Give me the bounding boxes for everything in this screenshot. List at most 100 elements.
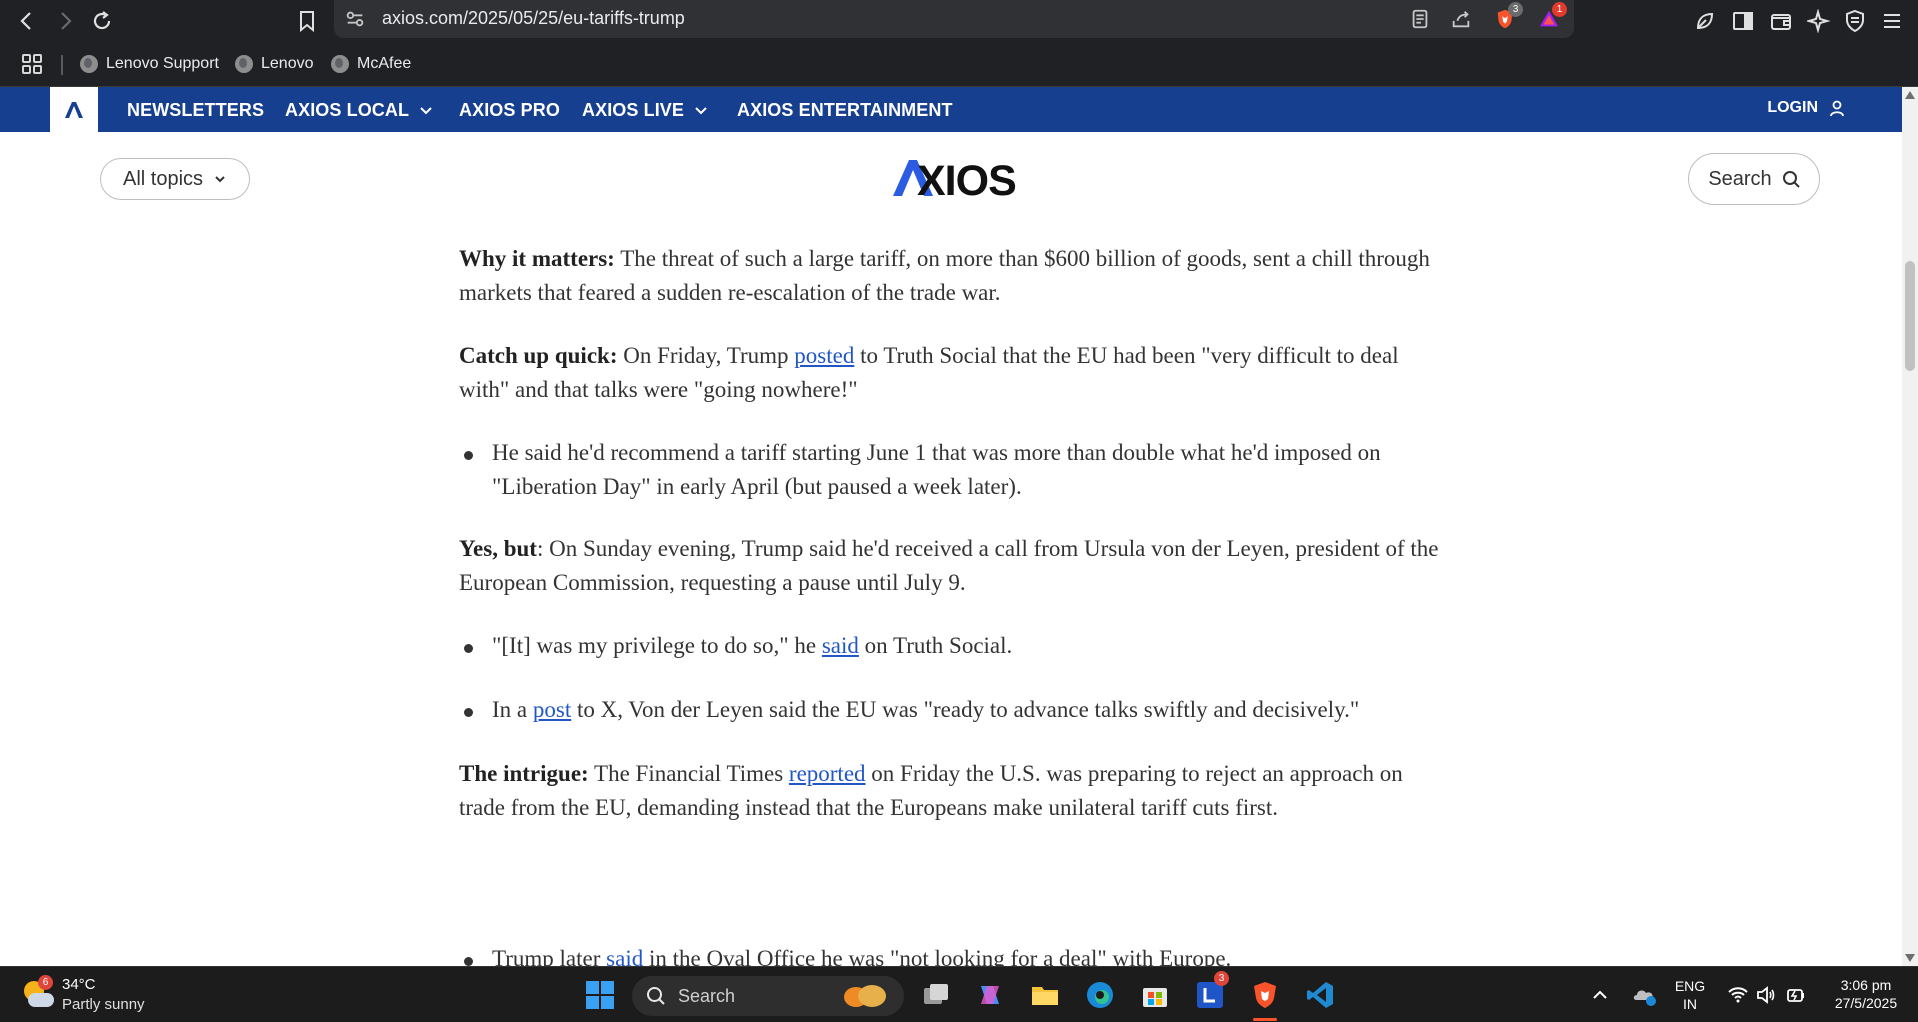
search-button[interactable]: Search [1688,153,1820,205]
reader-mode-icon[interactable] [1407,6,1433,32]
nav-label: AXIOS PRO [459,99,560,120]
language-indicator[interactable]: ENG IN [1668,977,1712,1013]
lang-code: ENG [1674,978,1706,994]
bookmarks-divider [61,55,63,75]
bookmark-mcafee[interactable]: McAfee [331,51,411,77]
login-button[interactable]: LOGIN [1767,99,1846,117]
axios-mark-icon[interactable] [50,87,98,132]
nav-axios-local[interactable]: AXIOS LOCAL [285,98,433,122]
sidebar-icon[interactable] [1726,4,1760,38]
all-topics-button[interactable]: All topics [100,158,250,200]
scroll-down-arrow-icon[interactable] [1905,954,1915,962]
list-item: Trump later said in the Oval Office he w… [459,942,1449,966]
link-said[interactable]: said [822,633,859,658]
bookmark-icon[interactable] [290,4,324,38]
search-icon [647,987,665,1005]
nav-newsletters[interactable]: NEWSLETTERS [127,98,264,122]
paragraph-text: On Friday, Trump [617,343,795,368]
weather-widget[interactable]: 6 34°C Partly sunny [22,975,145,1015]
brave-shields-icon[interactable]: 3 [1492,2,1523,32]
link-posted[interactable]: posted [794,343,854,368]
bullet-text: to X, Von der Leyen said the EU was "rea… [571,697,1360,722]
leo-ai-icon[interactable] [1688,4,1722,38]
bookmarks-bar: Lenovo Support Lenovo McAfee [0,43,1918,87]
site-settings-icon[interactable] [342,6,368,32]
axios-logo[interactable]: XIOS [893,158,1028,198]
clock-time: 3:06 pm [1840,977,1892,993]
login-label: LOGIN [1767,99,1818,116]
paragraph-the-intrigue: The intrigue: The Financial Times report… [459,757,1449,824]
weather-badge: 6 [38,975,53,990]
nav-label: AXIOS LIVE [582,99,685,120]
region-code: IN [1683,996,1697,1012]
chevron-down-icon [695,107,707,115]
active-app-indicator [1253,1018,1277,1021]
reload-icon[interactable] [85,4,119,38]
ai-sparkle-icon[interactable] [1802,4,1836,38]
windows-start-icon[interactable] [582,977,618,1013]
site-header: All topics XIOS Search [0,132,1902,224]
paragraph-text: : On Sunday evening, Trump said he'd rec… [459,536,1439,595]
user-icon [1830,100,1844,117]
bookmark-label: McAfee [357,55,412,72]
search-label: Search [1708,167,1772,190]
bookmark-label: Lenovo Support [106,55,219,72]
wallet-icon[interactable] [1764,4,1798,38]
list-item: In a post to X, Von der Leyen said the E… [459,693,1449,727]
task-view-icon[interactable] [918,977,954,1013]
nav-axios-live[interactable]: AXIOS LIVE [582,98,708,122]
file-explorer-icon[interactable] [1027,977,1063,1013]
svg-text:XIOS: XIOS [917,158,1016,198]
lead-label: Why it matters: [459,246,615,271]
brave-rewards-icon[interactable]: 1 [1536,2,1567,32]
battery-icon[interactable] [1778,977,1814,1013]
nav-axios-entertainment[interactable]: AXIOS ENTERTAINMENT [737,98,953,122]
bookmark-lenovo-support[interactable]: Lenovo Support [80,51,219,77]
vscode-icon[interactable] [1302,977,1338,1013]
back-icon[interactable] [10,4,44,38]
nav-label: NEWSLETTERS [127,99,265,120]
bullet-text: He said he'd recommend a tariff starting… [492,440,1381,499]
bookmark-label: Lenovo [261,55,314,72]
bullet-text: in the Oval Office he was "not looking f… [643,946,1232,966]
link-post[interactable]: post [533,697,571,722]
taskbar-search[interactable]: Search [632,976,904,1016]
shields-badge: 3 [1508,2,1523,17]
vpn-shield-icon[interactable] [1838,4,1872,38]
nav-axios-pro[interactable]: AXIOS PRO [459,98,560,122]
page-scrollbar[interactable] [1902,87,1918,966]
link-said-oval-office[interactable]: said [606,946,643,966]
globe-icon [331,55,349,73]
chevron-down-icon [420,107,432,115]
scroll-thumb[interactable] [1905,261,1915,371]
lenovo-vantage-icon[interactable]: 3 [1192,971,1229,1013]
clock[interactable]: 3:06 pm 27/5/2025 [1826,976,1906,1012]
paragraph-yes-but: Yes, but: On Sunday evening, Trump said … [459,532,1449,599]
axios-top-nav: NEWSLETTERS AXIOS LOCAL AXIOS PRO AXIOS … [0,87,1902,132]
microsoft-store-icon[interactable] [1137,977,1173,1013]
all-topics-label: All topics [122,167,204,190]
edge-icon[interactable] [1082,977,1118,1013]
forward-icon[interactable] [48,4,82,38]
nav-label: AXIOS LOCAL [285,99,410,120]
link-reported[interactable]: reported [789,761,866,786]
globe-icon [235,55,253,73]
url-text[interactable]: axios.com/2025/05/25/eu-tariffs-trump [382,6,685,30]
scroll-up-arrow-icon[interactable] [1905,91,1915,99]
weather-temp: 34°C [62,976,96,993]
brave-browser-icon[interactable] [1247,977,1283,1021]
copilot-icon[interactable] [972,977,1008,1013]
menu-icon[interactable] [1875,4,1909,38]
onedrive-icon[interactable] [1626,977,1662,1013]
paragraph-why-it-matters: Why it matters: The threat of such a lar… [459,242,1449,309]
chevron-up-icon[interactable] [1582,977,1618,1013]
apps-grid-icon[interactable] [15,47,49,81]
paragraph-text: The Financial Times [588,761,789,786]
share-icon[interactable] [1448,6,1474,32]
lead-label: Catch up quick: [459,343,618,368]
bullet-text: on Truth Social. [858,633,1013,658]
bookmark-lenovo[interactable]: Lenovo [235,51,314,77]
lenovo-badge: 3 [1214,971,1229,986]
search-highlight-icon [844,983,890,1009]
chevron-down-icon [215,176,225,183]
